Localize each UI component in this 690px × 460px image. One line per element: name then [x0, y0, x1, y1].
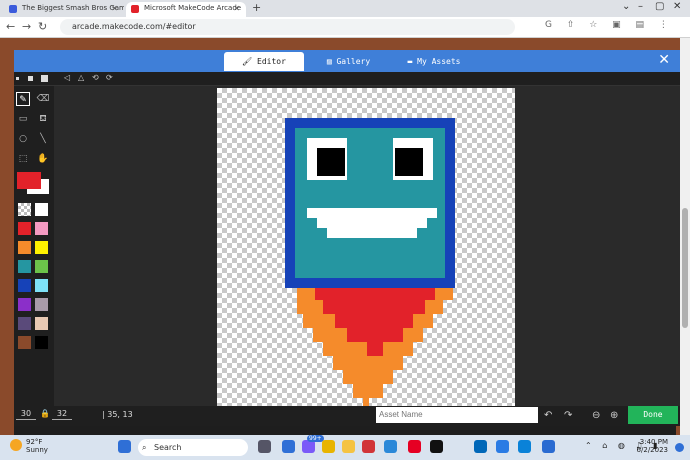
chevron-down-icon[interactable]: ⌄: [622, 1, 630, 12]
minimize-icon[interactable]: –: [638, 1, 643, 12]
netflix-icon[interactable]: [430, 440, 443, 453]
notification-badge: 99+: [307, 435, 324, 442]
app-icon[interactable]: [282, 440, 295, 453]
color-swatch[interactable]: [35, 222, 48, 235]
rectangle-icon[interactable]: ▭: [16, 112, 30, 126]
browser-tab-strip: The Biggest Smash Bros Game - ✕ Microsof…: [0, 0, 690, 17]
pinterest-icon[interactable]: [408, 440, 421, 453]
pan-hand-icon[interactable]: ✋: [36, 152, 50, 166]
undo-icon[interactable]: ↶: [544, 410, 552, 421]
color-swatch[interactable]: [35, 241, 48, 254]
color-swatch[interactable]: [35, 279, 48, 292]
image-icon: ▨: [326, 57, 332, 66]
color-swatch[interactable]: [18, 222, 31, 235]
rotate-ccw-icon[interactable]: ⟲: [92, 73, 99, 82]
eraser-icon[interactable]: ⌫: [36, 92, 50, 106]
file-explorer-icon[interactable]: [342, 440, 355, 453]
zoom-in-icon[interactable]: ⊕: [610, 410, 618, 421]
browser-tab-active[interactable]: Microsoft MakeCode Arcade ✕: [126, 2, 246, 17]
editor-bottom-bar: 30 🔒 32 | 35, 13: [14, 406, 680, 426]
color-swatch[interactable]: [18, 317, 31, 330]
width-input[interactable]: 30: [16, 408, 36, 420]
forward-icon[interactable]: →: [22, 20, 31, 33]
color-swatch[interactable]: [35, 203, 48, 216]
tab-label: The Biggest Smash Bros Game -: [22, 4, 124, 12]
browser-tab[interactable]: The Biggest Smash Bros Game - ✕: [4, 2, 124, 17]
color-swatch[interactable]: [18, 298, 31, 311]
zoom-out-icon[interactable]: ⊖: [592, 410, 600, 421]
brush-size-2[interactable]: [28, 76, 33, 81]
windows-taskbar: 92°F Sunny ⌕ Search 99+ ⌃ ⌂ ◍ ♫ ▮ 3:40 P…: [0, 435, 690, 460]
canvas-toolbar: ◁ △ ⟲ ⟳: [14, 72, 680, 86]
brush-icon: 🖌: [242, 57, 253, 66]
asset-editor-header: 🖌 Editor ▨ Gallery ▬ My Assets ✕: [14, 50, 680, 72]
color-swatch[interactable]: [35, 260, 48, 273]
back-icon[interactable]: ←: [6, 20, 15, 33]
office-icon[interactable]: [362, 440, 375, 453]
edge-icon[interactable]: [518, 440, 531, 453]
tab-editor[interactable]: 🖌 Editor: [224, 52, 304, 71]
app-icon[interactable]: [542, 440, 555, 453]
app-icon[interactable]: [496, 440, 509, 453]
tab-gallery[interactable]: ▨ Gallery: [311, 52, 386, 71]
chrome-icon[interactable]: [322, 440, 335, 453]
close-window-icon[interactable]: ✕: [673, 1, 681, 12]
close-icon[interactable]: ✕: [658, 52, 670, 68]
flip-horizontal-icon[interactable]: ◁: [64, 73, 70, 82]
close-tab-icon[interactable]: ✕: [111, 2, 118, 15]
tab-label: Microsoft MakeCode Arcade: [144, 4, 242, 12]
tab-my-assets[interactable]: ▬ My Assets: [394, 52, 474, 71]
address-bar: ← → ↻ arcade.makecode.com/#editor G ⇧ ☆ …: [0, 17, 690, 38]
new-tab-button[interactable]: +: [252, 1, 261, 14]
height-input[interactable]: 32: [52, 408, 72, 420]
sun-icon[interactable]: [10, 439, 22, 451]
taskbar-search[interactable]: ⌕ Search: [138, 439, 248, 456]
redo-icon[interactable]: ↷: [564, 410, 572, 421]
store-icon[interactable]: [474, 440, 487, 453]
color-swatch[interactable]: [18, 279, 31, 292]
system-clock[interactable]: 3:40 PM 6/2/2023: [637, 438, 668, 454]
sprite-canvas[interactable]: [217, 88, 515, 406]
cursor-coordinates: | 35, 13: [102, 410, 133, 419]
color-swatch[interactable]: [18, 336, 31, 349]
notification-icon[interactable]: [675, 443, 684, 452]
primary-color[interactable]: [17, 172, 41, 189]
left-eye-pupil: [317, 148, 345, 176]
weather-widget[interactable]: 92°F Sunny: [26, 438, 48, 454]
brush-size-3[interactable]: [41, 75, 48, 82]
extension-icons[interactable]: G ⇧ ☆ ▣ ▤ ⋮: [545, 20, 674, 30]
favicon-icon: [131, 5, 139, 13]
color-swatch[interactable]: [35, 298, 48, 311]
folder-icon: ▬: [407, 57, 413, 66]
color-swatch[interactable]: [18, 260, 31, 273]
done-button[interactable]: Done: [628, 406, 678, 424]
maximize-icon[interactable]: ▢: [655, 1, 664, 12]
color-swatch[interactable]: [35, 336, 48, 349]
search-icon: ⌕: [142, 443, 147, 452]
circle-icon[interactable]: ○: [16, 132, 30, 146]
close-tab-icon[interactable]: ✕: [233, 2, 240, 15]
fill-bucket-icon[interactable]: ⛾: [36, 112, 50, 126]
line-icon[interactable]: ╲: [36, 132, 50, 146]
url-input[interactable]: arcade.makecode.com/#editor: [60, 19, 515, 35]
color-swatch[interactable]: [35, 317, 48, 330]
right-eye-pupil: [395, 148, 423, 176]
marquee-icon[interactable]: ⬚: [16, 152, 30, 166]
favicon-icon: [9, 5, 17, 13]
pencil-icon[interactable]: ✎: [16, 92, 30, 106]
rotate-cw-icon[interactable]: ⟳: [106, 73, 113, 82]
brush-size-1[interactable]: [16, 77, 19, 80]
sprite-image: [285, 118, 455, 406]
reload-icon[interactable]: ↻: [38, 20, 47, 33]
color-swatch[interactable]: [18, 203, 31, 216]
outlook-icon[interactable]: [384, 440, 397, 453]
color-swatch[interactable]: [18, 241, 31, 254]
page-scrollbar[interactable]: [680, 38, 690, 435]
asset-name-input[interactable]: [376, 407, 538, 423]
task-view-icon[interactable]: [258, 440, 271, 453]
windows-start-icon[interactable]: [118, 440, 131, 453]
lock-icon[interactable]: 🔒: [40, 409, 50, 418]
flip-vertical-icon[interactable]: △: [78, 73, 84, 82]
